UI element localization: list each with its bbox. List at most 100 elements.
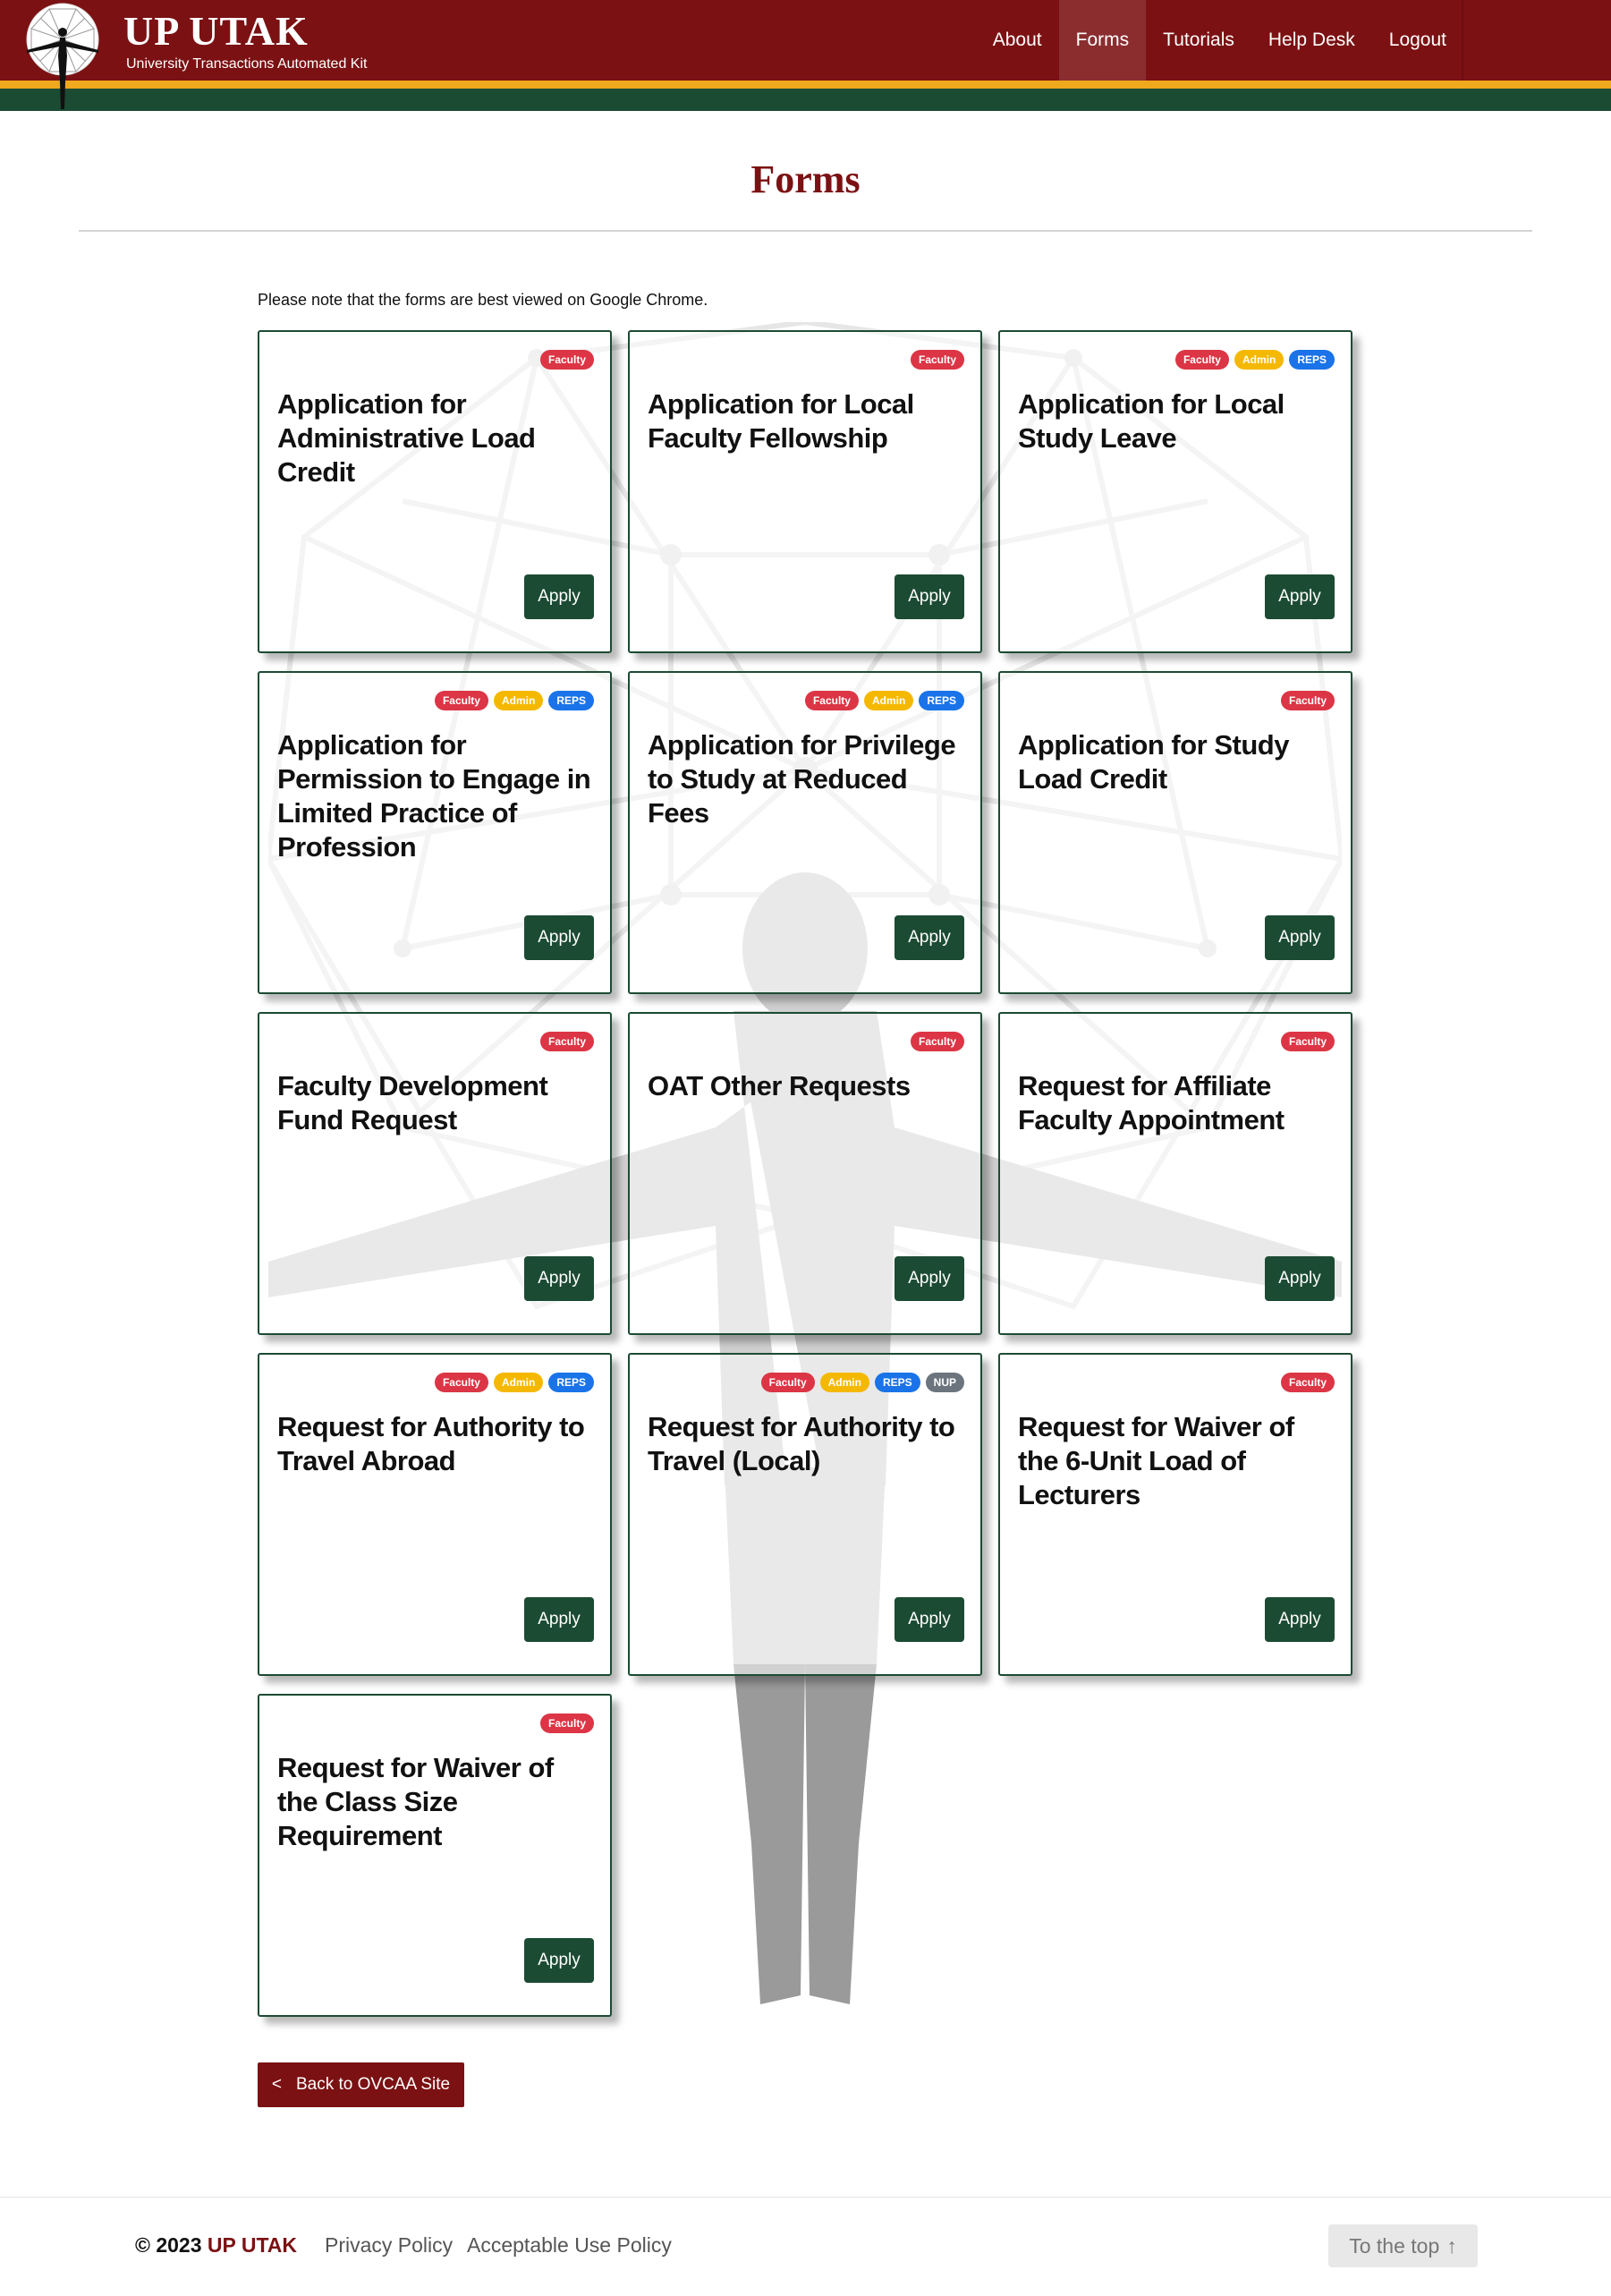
badge-admin: Admin bbox=[493, 1373, 544, 1392]
form-card: Faculty Application for Administrative L… bbox=[258, 330, 612, 653]
badge-faculty: Faculty bbox=[910, 350, 964, 370]
badge-faculty: Faculty bbox=[1280, 691, 1335, 710]
badge-reps: REPS bbox=[919, 691, 964, 710]
card-title: Request for Waiver of the Class Size Req… bbox=[277, 1752, 554, 1851]
badge-faculty: Faculty bbox=[539, 1032, 594, 1051]
back-to-ovcaa-button[interactable]: < Back to OVCAA Site bbox=[258, 2062, 464, 2107]
card-badges: Faculty Admin REPS bbox=[804, 691, 964, 710]
nav-help-desk[interactable]: Help Desk bbox=[1251, 0, 1372, 81]
form-card: Faculty Admin REPS Application for Permi… bbox=[258, 671, 612, 994]
card-title: Application for Local Faculty Fellowship bbox=[648, 388, 914, 454]
badge-faculty: Faculty bbox=[539, 350, 594, 370]
apply-button[interactable]: Apply bbox=[895, 574, 964, 619]
nav-tutorials[interactable]: Tutorials bbox=[1146, 0, 1251, 81]
card-badges: Faculty Admin REPS bbox=[1174, 350, 1335, 370]
form-card: Faculty Request for Affiliate Faculty Ap… bbox=[998, 1012, 1352, 1335]
brand-subtitle: University Transactions Automated Kit bbox=[126, 56, 368, 72]
badge-faculty: Faculty bbox=[539, 1713, 594, 1733]
card-title: Request for Authority to Travel Abroad bbox=[277, 1411, 585, 1476]
badge-admin: Admin bbox=[1234, 350, 1285, 370]
form-card: Faculty OAT Other Requests Apply bbox=[628, 1012, 982, 1335]
copyright-brand[interactable]: UP UTAK bbox=[208, 2233, 297, 2257]
site-header: UP UTAK University Transactions Automate… bbox=[0, 0, 1611, 111]
copyright: © 2023 UP UTAK bbox=[135, 2233, 297, 2258]
apply-button[interactable]: Apply bbox=[524, 574, 594, 619]
form-card: Faculty Application for Local Faculty Fe… bbox=[628, 330, 982, 653]
apply-button[interactable]: Apply bbox=[1265, 1256, 1335, 1301]
badge-reps: REPS bbox=[548, 691, 594, 710]
arrow-up-icon: ↑ bbox=[1446, 2233, 1457, 2258]
header-green-stripe bbox=[0, 89, 1611, 111]
card-title: Application for Local Study Leave bbox=[1018, 388, 1285, 454]
badge-admin: Admin bbox=[863, 691, 914, 710]
card-title: Faculty Development Fund Request bbox=[277, 1070, 548, 1135]
main-nav: About Forms Tutorials Help Desk Logout bbox=[976, 0, 1463, 81]
nav-logout[interactable]: Logout bbox=[1372, 0, 1463, 81]
browser-note: Please note that the forms are best view… bbox=[258, 291, 708, 309]
card-title: Application for Study Load Credit bbox=[1018, 729, 1289, 795]
card-badges: Faculty bbox=[1280, 691, 1335, 710]
nav-about[interactable]: About bbox=[976, 0, 1059, 81]
badge-faculty: Faculty bbox=[760, 1373, 815, 1392]
card-badges: Faculty bbox=[539, 1032, 594, 1051]
form-card: Faculty Faculty Development Fund Request… bbox=[258, 1012, 612, 1335]
title-divider bbox=[79, 230, 1532, 232]
card-badges: Faculty Admin REPS bbox=[434, 1373, 594, 1392]
card-title: OAT Other Requests bbox=[648, 1070, 911, 1101]
form-card: Faculty Admin REPS Request for Authority… bbox=[258, 1353, 612, 1676]
form-card: Faculty Admin REPS Application for Privi… bbox=[628, 671, 982, 994]
card-badges: Faculty Admin REPS NUP bbox=[760, 1373, 964, 1392]
card-badges: Faculty bbox=[1280, 1373, 1335, 1392]
form-card: Faculty Request for Waiver of the Class … bbox=[258, 1694, 612, 2017]
apply-button[interactable]: Apply bbox=[1265, 915, 1335, 960]
badge-admin: Admin bbox=[493, 691, 544, 710]
nav-divider bbox=[1462, 0, 1463, 81]
badge-faculty: Faculty bbox=[910, 1032, 964, 1051]
apply-button[interactable]: Apply bbox=[524, 915, 594, 960]
footer-divider bbox=[0, 2197, 1611, 2198]
badge-faculty: Faculty bbox=[1280, 1373, 1335, 1392]
card-title: Request for Affiliate Faculty Appointmen… bbox=[1018, 1070, 1285, 1135]
apply-button[interactable]: Apply bbox=[895, 915, 964, 960]
back-button-label: Back to OVCAA Site bbox=[295, 2075, 451, 2094]
badge-faculty: Faculty bbox=[434, 691, 488, 710]
apply-button[interactable]: Apply bbox=[1265, 1597, 1335, 1642]
oblation-logo-icon[interactable] bbox=[22, 2, 103, 111]
card-title: Application for Permission to Engage in … bbox=[277, 729, 591, 863]
privacy-policy-link[interactable]: Privacy Policy bbox=[325, 2233, 453, 2258]
badge-nup: NUP bbox=[925, 1373, 964, 1392]
chevron-left-icon: < bbox=[271, 2075, 282, 2094]
apply-button[interactable]: Apply bbox=[524, 1597, 594, 1642]
card-title: Application for Privilege to Study at Re… bbox=[648, 729, 956, 829]
card-badges: Faculty bbox=[1280, 1032, 1335, 1051]
badge-faculty: Faculty bbox=[1174, 350, 1229, 370]
form-card: Faculty Application for Study Load Credi… bbox=[998, 671, 1352, 994]
header-gold-stripe bbox=[0, 81, 1611, 89]
card-title: Application for Administrative Load Cred… bbox=[277, 388, 536, 488]
page-title: Forms bbox=[750, 157, 861, 201]
badge-reps: REPS bbox=[1289, 350, 1335, 370]
card-badges: Faculty bbox=[539, 1713, 594, 1733]
form-card: Faculty Admin REPS NUP Request for Autho… bbox=[628, 1353, 982, 1676]
to-the-top-button[interactable]: To the top ↑ bbox=[1328, 2224, 1478, 2267]
apply-button[interactable]: Apply bbox=[895, 1256, 964, 1301]
card-badges: Faculty bbox=[539, 350, 594, 370]
form-card: Faculty Admin REPS Application for Local… bbox=[998, 330, 1352, 653]
brand-title[interactable]: UP UTAK bbox=[123, 7, 309, 55]
badge-admin: Admin bbox=[819, 1373, 869, 1392]
apply-button[interactable]: Apply bbox=[895, 1597, 964, 1642]
card-title: Request for Authority to Travel (Local) bbox=[648, 1411, 955, 1476]
apply-button[interactable]: Apply bbox=[524, 1256, 594, 1301]
acceptable-use-policy-link[interactable]: Acceptable Use Policy bbox=[467, 2233, 672, 2258]
apply-button[interactable]: Apply bbox=[524, 1938, 594, 1983]
card-badges: Faculty Admin REPS bbox=[434, 691, 594, 710]
badge-faculty: Faculty bbox=[434, 1373, 488, 1392]
form-card: Faculty Request for Waiver of the 6-Unit… bbox=[998, 1353, 1352, 1676]
badge-reps: REPS bbox=[874, 1373, 920, 1392]
nav-forms[interactable]: Forms bbox=[1058, 0, 1147, 81]
card-badges: Faculty bbox=[910, 1032, 964, 1051]
card-title: Request for Waiver of the 6-Unit Load of… bbox=[1018, 1411, 1294, 1510]
copyright-year: © 2023 bbox=[135, 2233, 202, 2257]
apply-button[interactable]: Apply bbox=[1265, 574, 1335, 619]
badge-reps: REPS bbox=[548, 1373, 594, 1392]
